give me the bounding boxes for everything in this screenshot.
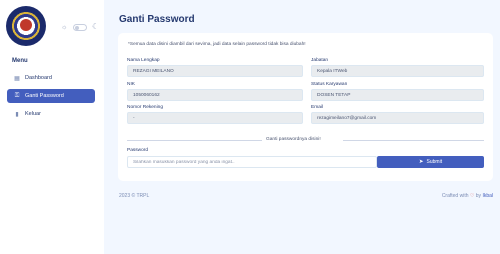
divider-line-right [343, 140, 484, 141]
nik-label: NIK [127, 82, 135, 87]
password-label: Password [127, 148, 149, 153]
sidebar-item-keluar[interactable]: ▮ Keluar [7, 107, 95, 121]
grid-icon: ▦ [14, 75, 20, 82]
menu-title: Menu [12, 58, 28, 64]
info-note: *Semua data disini diambil dari sevima, … [128, 42, 306, 47]
divider-line-left [127, 140, 262, 141]
nama-label: Nama Lengkap [127, 58, 160, 63]
divider: Ganti passwordnya disini! [127, 137, 484, 143]
jabatan-field: Kepala ITWeb [311, 65, 484, 77]
logo-emblem [20, 19, 32, 31]
sidebar-item-ganti-password[interactable]: ⚿ Ganti Password [7, 89, 95, 103]
password-input[interactable] [127, 156, 377, 168]
footer-copyright: 2023 © TRPL [119, 193, 150, 199]
heart-icon: ♡ [469, 193, 475, 199]
send-icon: ➤ [418, 159, 424, 165]
sun-icon: ☼ [61, 24, 68, 31]
sidebar: ☼ ☾ Menu ▦ Dashboard ⚿ Ganti Password ▮ … [0, 0, 104, 254]
divider-text: Ganti passwordnya disini! [266, 137, 321, 142]
profile-card: *Semua data disini diambil dari sevima, … [118, 33, 493, 181]
theme-toggle[interactable] [73, 24, 87, 31]
submit-button[interactable]: ➤ Submit [377, 156, 484, 168]
sidebar-header: ☼ ☾ [6, 6, 100, 46]
sidebar-item-dashboard[interactable]: ▦ Dashboard [7, 71, 95, 85]
logo[interactable] [6, 6, 46, 46]
submit-label: Submit [426, 159, 443, 165]
footer-credit: Crafted with ♡ by Ikbal [442, 193, 493, 199]
footer-crafted: Crafted with [441, 193, 469, 199]
status-label: Status Karyawan [311, 82, 348, 87]
footer-by: by [475, 193, 482, 199]
footer-author-link[interactable]: Ikbal [482, 193, 493, 199]
moon-icon: ☾ [92, 22, 100, 31]
rekening-label: Nomor Rekening [127, 105, 163, 110]
status-field: DOSEN TETAP [311, 89, 484, 101]
jabatan-label: Jabatan [311, 58, 329, 63]
email-field: rezagimeilano7@gmail.com [311, 112, 484, 124]
nik-field: 1050060162 [127, 89, 303, 101]
page-title: Ganti Password [119, 14, 195, 25]
trash-icon: ▮ [15, 111, 19, 118]
sidebar-item-label: Keluar [25, 111, 41, 117]
key-icon: ⚿ [14, 92, 20, 99]
sidebar-item-label: Dashboard [25, 75, 52, 81]
email-label: Email [311, 105, 323, 110]
rekening-field: - [127, 112, 303, 124]
nama-field: REZAGI MEILANO [127, 65, 303, 77]
sidebar-item-label: Ganti Password [25, 93, 64, 99]
